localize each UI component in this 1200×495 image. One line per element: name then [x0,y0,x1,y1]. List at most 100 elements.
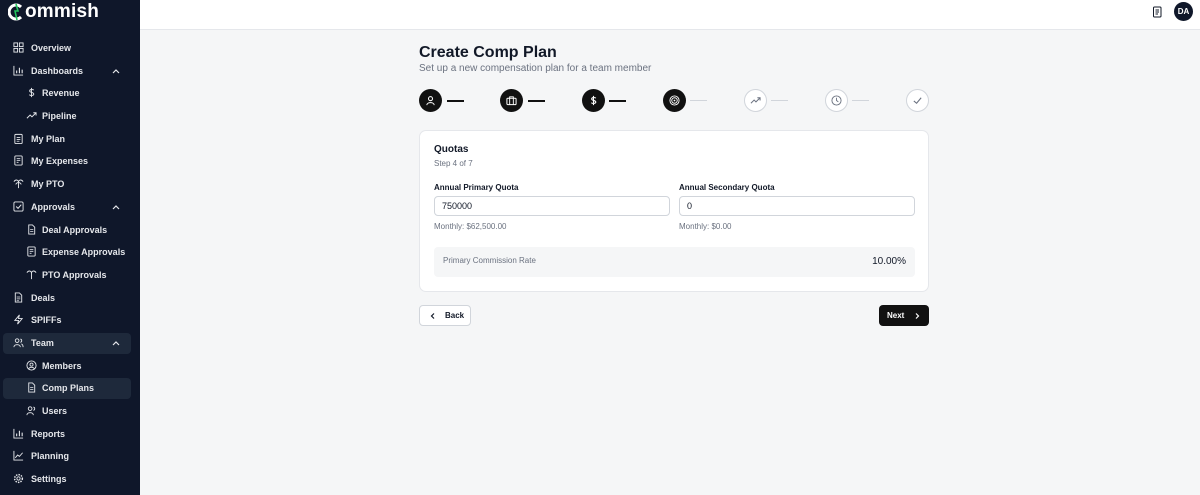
commission-rate-value: 10.00% [872,256,906,267]
sidebar-item-label: Dashboards [31,65,84,76]
chevron-up-icon[interactable] [112,67,120,75]
sidebar-item-label: Settings [31,474,67,485]
step-connector [528,100,545,102]
users-icon [13,338,24,348]
sidebar-item-pto-approvals[interactable]: PTO Approvals [0,264,140,287]
secondary-quota-input[interactable] [679,196,915,216]
sidebar-item-label: Reports [31,428,66,439]
sidebar-item-label: Team [31,337,54,348]
step-connector [447,100,464,102]
sidebar-item-label: My Expenses [31,156,89,167]
dollar-icon [590,95,597,106]
chevron-left-icon [430,312,435,319]
sidebar-item-label: Deal Approvals [42,224,108,235]
step-3[interactable] [582,89,605,112]
next-button-label: Next [887,311,905,320]
sidebar-item-label: SPIFFs [31,315,62,326]
layout-grid-icon [13,42,24,53]
bar-chart-icon [13,428,24,439]
check-square-icon [13,201,24,212]
chevron-right-icon [915,312,920,319]
sidebar-item-settings[interactable]: Settings [0,468,140,491]
sidebar-item-comp-plans[interactable]: Comp Plans [0,377,140,400]
back-button-label: Back [445,311,465,320]
quotas-card: Quotas Step 4 of 7 Annual Primary Quota … [419,130,929,292]
target-icon [669,95,680,106]
sidebar-item-pipeline[interactable]: Pipeline [0,105,140,128]
back-button[interactable]: Back [419,305,471,326]
sidebar-item-spiffs[interactable]: SPIFFs [0,309,140,332]
step-connector [852,100,869,101]
sidebar-item-users[interactable]: Users [0,400,140,423]
avatar[interactable]: DA [1174,2,1193,21]
primary-quota-label: Annual Primary Quota [434,183,519,192]
receipt-icon [14,155,23,166]
sidebar-item-label: Members [42,360,82,371]
sidebar-item-label: Users [42,406,68,416]
briefcase-icon [506,96,517,106]
gear-icon [13,473,24,484]
sidebar-item-dashboards[interactable]: Dashboards [0,60,140,83]
sidebar-item-approvals[interactable]: Approvals [0,196,140,219]
palm-tree-icon [26,270,37,279]
file-text-icon [14,292,23,303]
next-button[interactable]: Next [879,305,929,326]
sidebar-item-label: Pipeline [42,111,77,122]
sidebar-nav: Overview Dashboards Revenue Pipeline My … [0,37,140,491]
chevron-up-icon[interactable] [112,203,120,211]
sidebar-item-label: Expense Approvals [42,247,126,258]
sidebar-item-label: Deals [31,292,56,303]
trending-up-icon [26,112,37,119]
commission-rate-box: Primary Commission Rate 10.00% [434,247,915,277]
sidebar-item-expense-approvals[interactable]: Expense Approvals [0,241,140,264]
user-circle-icon [26,360,37,371]
page-title: Create Comp Plan [419,44,557,61]
sidebar-item-team[interactable]: Team [0,332,140,355]
file-icon [28,223,36,235]
sidebar-item-reports[interactable]: Reports [0,423,140,446]
user-icon [426,96,435,106]
step-4[interactable] [663,89,686,112]
step-5[interactable] [744,89,767,112]
sidebar-item-label: Approvals [31,201,76,212]
sidebar-item-overview[interactable]: Overview [0,37,140,60]
trending-up-icon [750,97,761,104]
sidebar-item-label: Planning [31,451,69,462]
sidebar-item-members[interactable]: Members [0,355,140,378]
file-icon [28,382,36,393]
sidebar-item-label: My PTO [31,179,65,190]
sidebar-item-deal-approvals[interactable]: Deal Approvals [0,219,140,242]
top-header [140,0,1200,30]
commission-rate-label: Primary Commission Rate [443,256,536,265]
sidebar-item-deals[interactable]: Deals [0,287,140,310]
step-2[interactable] [500,89,523,112]
sidebar-item-planning[interactable]: Planning [0,445,140,468]
card-title: Quotas [434,144,469,155]
bar-chart-icon [13,65,24,76]
primary-quota-monthly: Monthly: $62,500.00 [434,222,507,231]
primary-quota-input[interactable] [434,196,670,216]
sidebar-item-revenue[interactable]: Revenue [0,82,140,105]
sidebar-item-label: PTO Approvals [42,269,107,280]
sidebar-item-my-expenses[interactable]: My Expenses [0,150,140,173]
logo-mark-icon [7,2,24,22]
secondary-quota-monthly: Monthly: $0.00 [679,222,732,231]
card-step-indicator: Step 4 of 7 [434,159,473,168]
line-chart-icon [13,451,24,461]
sidebar-item-my-pto[interactable]: My PTO [0,173,140,196]
chevron-up-icon[interactable] [112,339,120,347]
check-icon [913,97,922,105]
step-1[interactable] [419,89,442,112]
bookmark-icon[interactable] [1152,6,1163,18]
users-icon [26,406,36,416]
sidebar-item-label: Revenue [42,88,80,99]
step-7[interactable] [906,89,929,112]
app-name: ommish [25,1,100,22]
sidebar-item-my-plan[interactable]: My Plan [0,128,140,151]
palm-tree-icon [13,179,24,189]
sidebar-item-label: My Plan [31,133,66,144]
clipboard-icon [14,133,23,144]
app-logo[interactable]: ommish [7,1,100,23]
sidebar-item-label: Comp Plans [42,383,95,394]
step-6[interactable] [825,89,848,112]
